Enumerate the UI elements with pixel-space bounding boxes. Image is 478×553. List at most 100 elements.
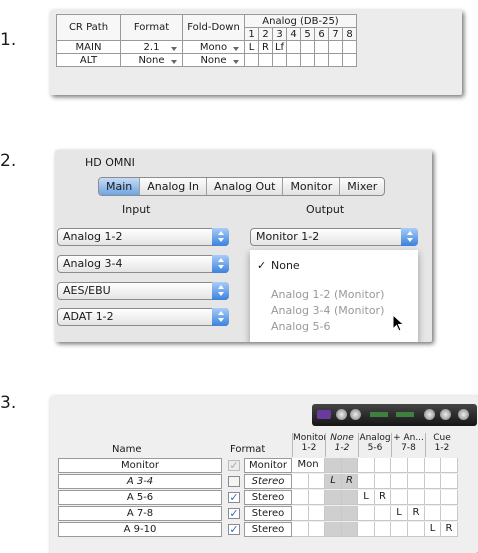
hardware-setup-panel: HD OMNI Main Analog In Analog Out Monito… xyxy=(55,150,432,342)
grid-cell[interactable] xyxy=(375,506,391,521)
grid-cell[interactable] xyxy=(408,490,425,505)
grid-cell[interactable] xyxy=(441,458,458,473)
tab-analog-in[interactable]: Analog In xyxy=(140,178,207,195)
grid-cell[interactable] xyxy=(358,474,375,489)
channel-cell[interactable] xyxy=(244,53,259,67)
grid-cell[interactable] xyxy=(292,490,309,505)
path-name-field[interactable]: A 9-10 xyxy=(58,522,222,537)
fold-down-header: Fold-Down xyxy=(182,14,245,41)
grid-cell[interactable] xyxy=(425,506,441,521)
channel-cell[interactable] xyxy=(328,53,343,67)
table-row: MAIN 2.1 Mono L R Lf xyxy=(56,40,357,54)
grid-cell[interactable] xyxy=(408,474,425,489)
input-popup-1[interactable]: Analog 1-2 xyxy=(57,228,229,246)
channel-cell[interactable]: Lf xyxy=(272,40,287,54)
grid-cell[interactable] xyxy=(425,474,441,489)
checkbox[interactable]: ✓ xyxy=(228,524,240,535)
grid-cell[interactable] xyxy=(309,474,325,489)
channel-number: 6 xyxy=(314,27,329,41)
grid-cell[interactable] xyxy=(358,506,375,521)
grid-cell[interactable] xyxy=(309,490,325,505)
grid-cell[interactable] xyxy=(408,522,425,537)
format-dropdown[interactable]: 2.1 xyxy=(120,40,183,54)
grid-cell[interactable] xyxy=(441,490,458,505)
grid-cell[interactable] xyxy=(309,522,325,537)
channel-cell[interactable] xyxy=(342,53,357,67)
grid-cell[interactable] xyxy=(391,490,408,505)
checkbox[interactable]: ✓ xyxy=(228,460,240,471)
checkbox[interactable] xyxy=(228,476,240,487)
grid-cell[interactable] xyxy=(292,506,309,521)
grid-cell[interactable] xyxy=(325,458,342,473)
format-dropdown[interactable]: None xyxy=(120,53,183,67)
grid-cell[interactable] xyxy=(325,522,342,537)
tab-monitor[interactable]: Monitor xyxy=(283,178,341,195)
grid-cell[interactable]: R xyxy=(342,474,358,489)
path-name-field[interactable]: A 5-6 xyxy=(58,490,222,505)
grid-cell[interactable] xyxy=(425,458,441,473)
input-popup-4[interactable]: ADAT 1-2 xyxy=(57,308,229,326)
path-name-field[interactable]: A 3-4 xyxy=(58,474,222,489)
channel-cell[interactable] xyxy=(328,40,343,54)
channel-cell[interactable] xyxy=(286,53,301,67)
grid-cell[interactable] xyxy=(441,506,458,521)
step-number-3: 3. xyxy=(0,393,17,413)
input-popup-3[interactable]: AES/EBU xyxy=(57,282,229,300)
grid-cell[interactable] xyxy=(342,506,358,521)
channel-cell[interactable] xyxy=(300,40,315,54)
channel-cell[interactable]: R xyxy=(258,40,273,54)
grid-cell[interactable] xyxy=(425,490,441,505)
grid-cell[interactable]: R xyxy=(375,490,391,505)
channel-cell[interactable] xyxy=(342,40,357,54)
path-name-field[interactable]: Monitor xyxy=(58,458,222,473)
output-popup[interactable]: Monitor 1-2 xyxy=(250,228,418,246)
grid-cell[interactable] xyxy=(342,522,358,537)
grid-cell[interactable] xyxy=(292,474,309,489)
path-name-field[interactable]: A 7-8 xyxy=(58,506,222,521)
grid-cell[interactable]: R xyxy=(441,522,458,537)
grid-cell[interactable] xyxy=(375,458,391,473)
grid-cell[interactable] xyxy=(391,458,408,473)
grid-cell[interactable] xyxy=(391,522,408,537)
input-popup-2[interactable]: Analog 3-4 xyxy=(57,255,229,273)
grid-cell[interactable] xyxy=(325,506,342,521)
grid-cell[interactable] xyxy=(358,458,375,473)
channel-cell[interactable] xyxy=(258,53,273,67)
column-header: Analog 5-6 xyxy=(358,433,391,457)
grid-cell[interactable] xyxy=(375,474,391,489)
grid-cell[interactable] xyxy=(309,506,325,521)
grid-cell[interactable] xyxy=(358,522,375,537)
grid-cell[interactable] xyxy=(342,490,358,505)
grid-cell[interactable]: L xyxy=(358,490,375,505)
fold-down-dropdown[interactable]: None xyxy=(182,53,245,67)
column-header: + An... 7-8 xyxy=(391,433,425,457)
grid-cell[interactable] xyxy=(441,474,458,489)
checkbox[interactable]: ✓ xyxy=(228,508,240,519)
grid-cell[interactable]: L xyxy=(325,474,342,489)
io-setup-controller-panel: CR Path Format Fold-Down Analog (DB-25) … xyxy=(50,10,462,95)
tab-main[interactable]: Main xyxy=(99,178,141,195)
tab-mixer[interactable]: Mixer xyxy=(340,178,384,195)
grid-cell[interactable] xyxy=(391,474,408,489)
channel-cell[interactable] xyxy=(314,53,329,67)
output-column-label: Output xyxy=(306,203,345,216)
grid-cell[interactable] xyxy=(408,458,425,473)
checkbox[interactable]: ✓ xyxy=(228,492,240,503)
knob-icon xyxy=(424,409,435,420)
grid-cell[interactable] xyxy=(325,490,342,505)
fold-down-dropdown[interactable]: Mono xyxy=(182,40,245,54)
grid-cell[interactable]: L xyxy=(391,506,408,521)
grid-cell[interactable]: R xyxy=(408,506,425,521)
grid-cell[interactable] xyxy=(342,458,358,473)
menu-item-none[interactable]: ✓ None xyxy=(250,259,418,272)
grid-cell[interactable]: L xyxy=(425,522,441,537)
channel-cell[interactable] xyxy=(300,53,315,67)
tab-analog-out[interactable]: Analog Out xyxy=(207,178,284,195)
grid-cell[interactable] xyxy=(292,522,309,537)
channel-cell[interactable]: L xyxy=(244,40,259,54)
channel-cell[interactable] xyxy=(286,40,301,54)
grid-cell[interactable] xyxy=(375,522,391,537)
channel-cell[interactable] xyxy=(272,53,287,67)
grid-cell[interactable]: Mon xyxy=(292,458,325,473)
channel-cell[interactable] xyxy=(314,40,329,54)
